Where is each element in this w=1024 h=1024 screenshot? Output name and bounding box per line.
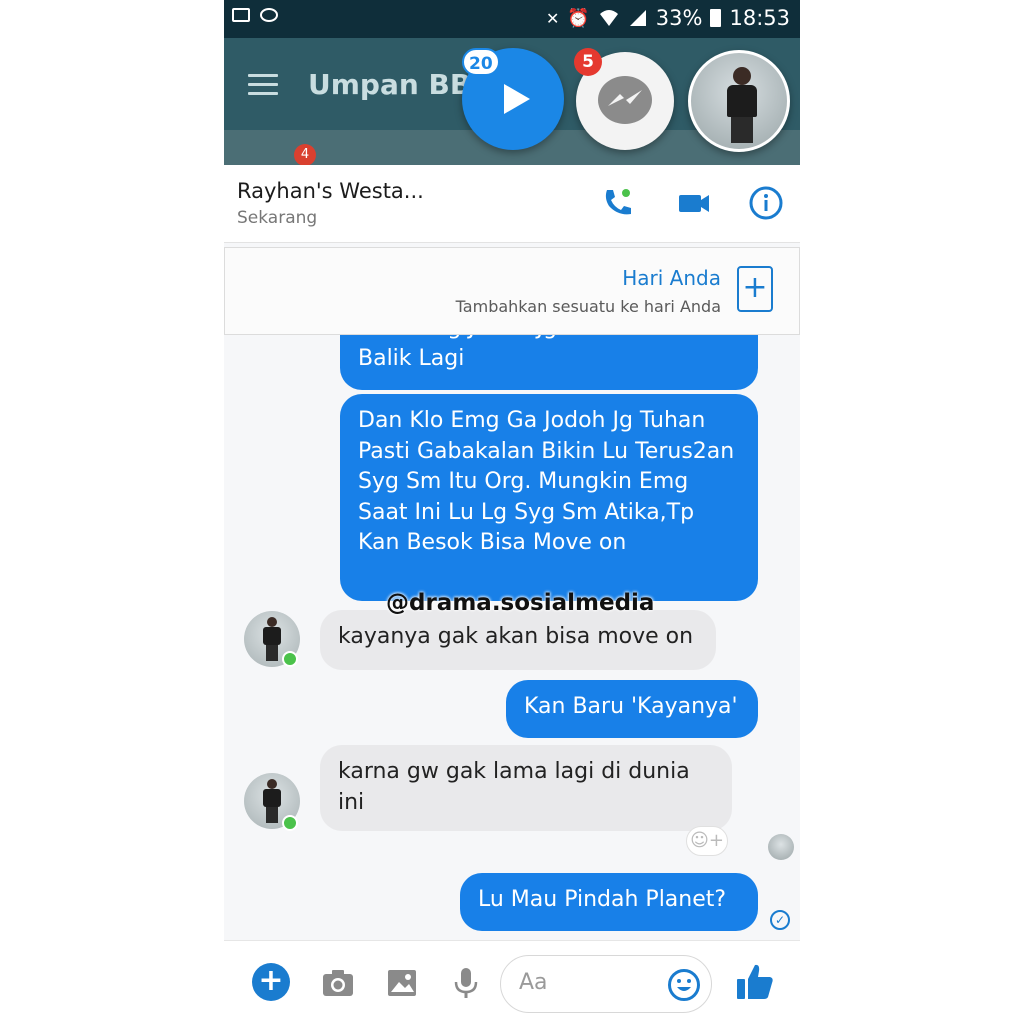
contact-status: Sekarang [237,208,318,228]
video-badge: 20 [462,48,500,76]
menu-icon[interactable] [248,74,278,96]
battery-percent: 33% [655,6,703,30]
camera-icon[interactable] [320,965,356,1001]
contact-name[interactable]: Rayhan's Westa... [237,179,424,203]
clock: 18:53 [729,6,790,30]
composer-bar: + Aa [224,940,800,1024]
seen-avatar [768,834,794,860]
your-day-banner[interactable]: Hari Anda Tambahkan sesuatu ke hari Anda… [224,247,800,335]
emoji-icon[interactable] [667,968,701,1002]
online-indicator [282,815,298,831]
contact-chat-head[interactable] [688,50,790,152]
sent-check-icon: ✓ [770,910,790,930]
outgoing-message[interactable]: Lu Mau Pindah Planet? [460,873,758,931]
microphone-icon[interactable] [448,965,484,1001]
alarm-icon: ⏰ [567,7,590,29]
sync-icon [260,8,278,22]
video-call-icon[interactable] [676,185,712,221]
gallery-icon[interactable] [384,965,420,1001]
incoming-message[interactable]: karna gw gak lama lagi di dunia ini [320,745,732,831]
more-options-button[interactable]: + [252,963,290,1001]
tab-badge: 4 [294,144,316,166]
add-reaction-icon[interactable]: ☺+ [686,826,728,856]
status-bar: ✕ ⏰ 33% 18:53 [224,0,800,38]
outgoing-message[interactable]: Dan Klo Emg Ga Jodoh Jg Tuhan Pasti Gaba… [340,394,758,601]
info-icon[interactable] [748,185,784,221]
your-day-subtitle: Tambahkan sesuatu ke hari Anda [455,297,721,316]
lightning-icon [608,90,642,106]
mute-icon: ✕ [545,8,560,28]
incoming-message[interactable]: kayanya gak akan bisa move on [320,610,716,670]
outgoing-message[interactable]: Kan Baru 'Kayanya' [506,680,758,738]
outgoing-message[interactable]: Kalo Emg Jodoh Jg Pasti Bakal Balik Lagi [340,335,758,390]
add-to-day-button[interactable]: + [737,266,773,312]
notification-icon [232,8,250,22]
online-indicator [282,651,298,667]
wifi-icon [599,10,618,26]
watermark: @drama.sosialmedia [386,590,655,616]
your-day-title: Hari Anda [622,266,721,290]
phone-call-icon[interactable] [600,185,636,221]
messenger-badge: 5 [574,48,602,76]
play-icon [504,84,530,114]
contact-photo [727,67,757,143]
message-placeholder: Aa [519,970,548,995]
battery-icon [710,9,722,27]
conversation-header: Rayhan's Westa... Sekarang [224,165,800,243]
phone-screen: ✕ ⏰ 33% 18:53 Umpan BBM 4 20 5 Rayhan's … [224,0,800,1024]
like-icon[interactable] [734,961,776,1003]
signal-icon [629,10,646,26]
message-input[interactable]: Aa [500,955,712,1013]
